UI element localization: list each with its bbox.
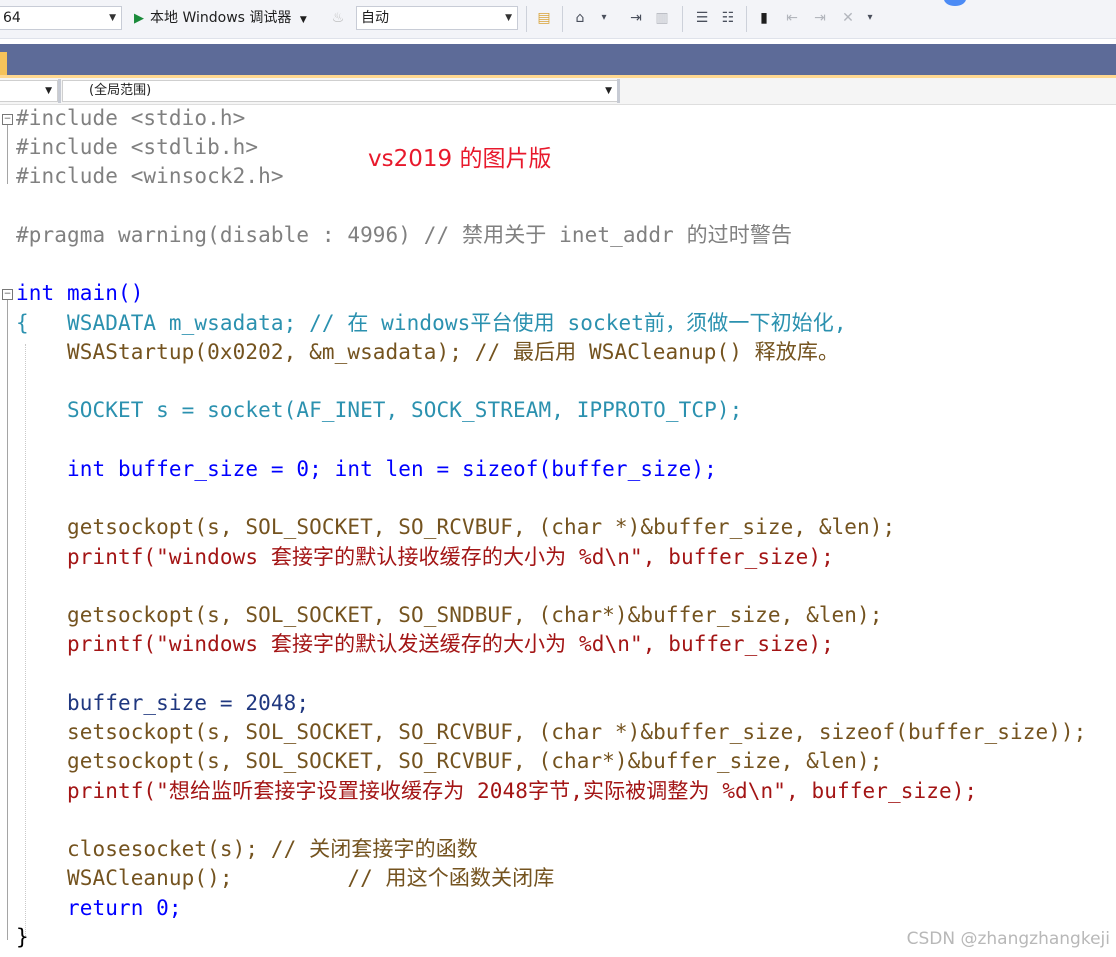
code-line[interactable]: buffer_size = 2048; — [16, 689, 309, 718]
chevron-down-icon[interactable]: ▾ — [860, 8, 880, 28]
outdent-icon[interactable]: ☰ — [692, 8, 712, 28]
annotation-note: vs2019 的图片版 — [368, 146, 552, 172]
platform-value: 64 — [3, 10, 21, 26]
fold-guide — [7, 300, 8, 940]
fold-collapse-icon[interactable]: − — [2, 289, 13, 300]
active-tab[interactable] — [0, 52, 7, 75]
navbar-divider — [617, 79, 620, 103]
code-line[interactable]: { WSADATA m_wsadata; // 在 windows平台使用 so… — [16, 309, 847, 338]
code-line[interactable]: } — [16, 923, 29, 952]
fold-collapse-icon[interactable]: − — [2, 114, 13, 125]
play-icon: ▶ — [134, 11, 144, 26]
toolbar-separator — [682, 6, 683, 32]
chevron-down-icon: ▼ — [605, 86, 612, 96]
main-toolbar: 64 ▼ ▶ 本地 Windows 调试器 ▼ ♨ 自动 ▼ ▤ ⌂ ▾ ⇥ ▥ … — [0, 0, 1116, 39]
code-line[interactable]: printf("想给监听套接字设置接收缓存为 2048字节,实际被调整为 %d\… — [16, 777, 977, 806]
navigation-bar: ▼ (全局范围) ▼ — [0, 78, 1116, 105]
code-line[interactable]: int main() — [16, 279, 143, 308]
previous-bookmark-icon[interactable]: ⇤ — [782, 8, 802, 28]
code-line[interactable]: #include <stdio.h> — [16, 104, 245, 133]
toolbar-separator — [526, 6, 527, 32]
layout-icon[interactable]: ▥ — [652, 8, 672, 28]
chevron-down-icon: ▼ — [505, 13, 512, 23]
hot-reload-icon[interactable]: ♨ — [328, 8, 348, 28]
chevron-down-icon: ▼ — [299, 15, 307, 25]
code-line[interactable]: #pragma warning(disable : 4996) // 禁用关于 … — [16, 221, 792, 250]
scope-dropdown[interactable]: (全局范围) ▼ — [62, 80, 618, 102]
platform-dropdown[interactable]: 64 ▼ — [0, 6, 122, 30]
navbar-divider — [58, 79, 61, 103]
code-editor[interactable]: − − #include <stdio.h> #include <stdlib.… — [0, 104, 1116, 957]
toolbar-separator — [746, 6, 747, 32]
start-debugger-button[interactable]: ▶ 本地 Windows 调试器 ▼ — [134, 8, 307, 28]
code-line[interactable]: WSACleanup(); // 用这个函数关闭库 — [16, 864, 554, 893]
code-line[interactable]: printf("windows 套接字的默认发送缓存的大小为 %d\n", bu… — [16, 630, 834, 659]
code-line[interactable]: getsockopt(s, SOL_SOCKET, SO_SNDBUF, (ch… — [16, 601, 883, 630]
code-line[interactable]: #include <winsock2.h> — [16, 162, 284, 191]
code-line[interactable]: return 0; — [16, 894, 182, 923]
toolbar-separator — [562, 6, 563, 32]
document-tab-strip — [0, 44, 1116, 75]
debugger-label: 本地 Windows 调试器 — [150, 10, 292, 26]
find-in-files-icon[interactable]: ▤ — [534, 8, 554, 28]
step-icon[interactable]: ⇥ — [626, 8, 646, 28]
bookmark-icon[interactable]: ▮ — [754, 8, 774, 28]
code-line[interactable]: int buffer_size = 0; int len = sizeof(bu… — [16, 455, 717, 484]
code-line[interactable]: setsockopt(s, SOL_SOCKET, SO_RCVBUF, (ch… — [16, 718, 1086, 747]
mode-value: 自动 — [361, 10, 389, 26]
chevron-down-icon: ▼ — [45, 86, 52, 96]
code-line[interactable]: #include <stdlib.h> — [16, 133, 258, 162]
watermark: CSDN @zhangzhangkeji — [906, 929, 1110, 949]
code-line[interactable]: getsockopt(s, SOL_SOCKET, SO_RCVBUF, (ch… — [16, 747, 883, 776]
code-line[interactable]: WSAStartup(0x0202, &m_wsadata); // 最后用 W… — [16, 338, 839, 367]
chevron-down-icon[interactable]: ▾ — [594, 8, 614, 28]
mode-dropdown[interactable]: 自动 ▼ — [356, 6, 518, 30]
indent-icon[interactable]: ☷ — [718, 8, 738, 28]
live-share-icon[interactable] — [944, 0, 966, 6]
chevron-down-icon: ▼ — [109, 13, 116, 23]
clear-bookmarks-icon[interactable]: ✕ — [838, 8, 858, 28]
code-line[interactable]: SOCKET s = socket(AF_INET, SOCK_STREAM, … — [16, 396, 742, 425]
next-bookmark-icon[interactable]: ⇥ — [810, 8, 830, 28]
code-line[interactable]: getsockopt(s, SOL_SOCKET, SO_RCVBUF, (ch… — [16, 513, 895, 542]
project-dropdown[interactable]: ▼ — [0, 80, 58, 102]
scope-value: (全局范围) — [89, 83, 152, 98]
browser-icon[interactable]: ⌂ — [570, 8, 590, 28]
fold-guide — [7, 125, 8, 184]
code-line[interactable]: printf("windows 套接字的默认接收缓存的大小为 %d\n", bu… — [16, 543, 834, 572]
code-line[interactable]: closesocket(s); // 关闭套接字的函数 — [16, 835, 478, 864]
